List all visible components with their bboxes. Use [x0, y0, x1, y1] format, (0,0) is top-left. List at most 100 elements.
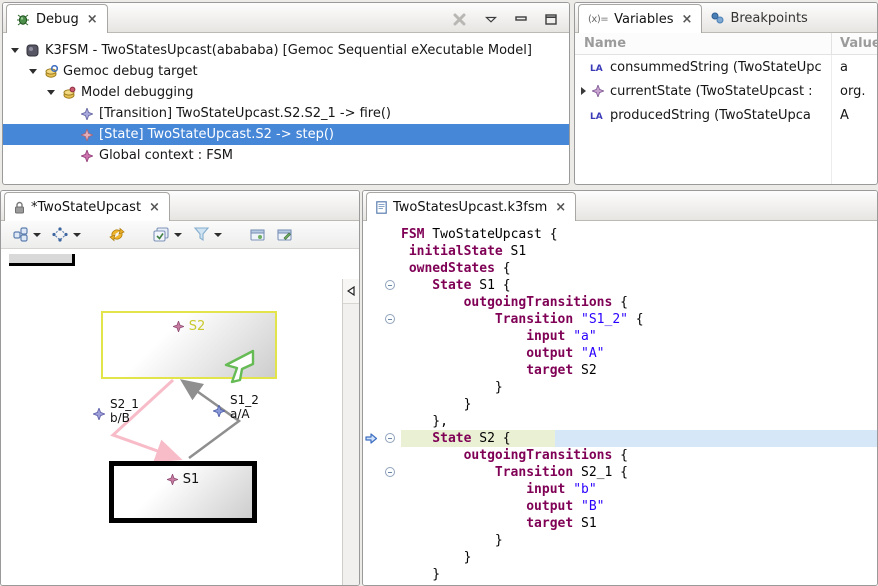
fold-collapse-icon[interactable]: [385, 433, 395, 443]
editor-gutter[interactable]: [363, 549, 401, 566]
variables-table[interactable]: LAconsummedString (TwoStateUpcacurrentSt…: [575, 55, 877, 127]
editor-gutter[interactable]: [363, 447, 401, 464]
maximize-icon[interactable]: [545, 14, 557, 25]
editor-gutter[interactable]: [363, 515, 401, 532]
fold-collapse-icon[interactable]: [385, 280, 395, 290]
tab-variables[interactable]: (x)= Variables ×: [578, 4, 702, 33]
editor-gutter[interactable]: [363, 413, 401, 430]
debug-tree-row[interactable]: [Transition] TwoStateUpcast.S2.S2_1 -> f…: [3, 103, 569, 124]
diagram-canvas[interactable]: S2 S1 S2_1 b/B: [1, 249, 359, 586]
debug-tree-row[interactable]: Gemoc debug target: [3, 61, 569, 82]
export-image-button[interactable]: [248, 226, 268, 244]
filters-button[interactable]: [191, 225, 224, 244]
editor-gutter[interactable]: [363, 328, 401, 345]
lock-icon: [14, 201, 25, 214]
code-line: },: [363, 413, 877, 430]
code-area[interactable]: FSM TwoStateUpcast {initialState S1owned…: [363, 221, 877, 586]
refresh-button[interactable]: [107, 225, 127, 244]
tab-breakpoints[interactable]: Breakpoints: [702, 4, 816, 32]
transition-S2_1-guard: b/B: [110, 411, 130, 425]
tab-diagram-close-icon[interactable]: ×: [149, 201, 160, 214]
transition-label-S1_2[interactable]: S1_2 a/A: [213, 393, 259, 421]
cursor-arrow-icon: [223, 349, 257, 385]
editor-gutter[interactable]: [363, 430, 401, 447]
editor-gutter[interactable]: [363, 362, 401, 379]
select-dropdown-icon[interactable]: [73, 233, 81, 237]
text-editor: TwoStatesUpcast.k3fsm × FSM TwoStateUpca…: [362, 190, 878, 586]
layers-dropdown-icon[interactable]: [174, 233, 182, 237]
collapsed-twistie-icon[interactable]: [581, 87, 586, 95]
column-divider[interactable]: [831, 55, 832, 185]
code-text: Transition "S1_2" {: [401, 311, 877, 328]
editor-gutter[interactable]: [363, 311, 401, 328]
clipboard-button[interactable]: [357, 225, 360, 245]
tab-editor-close-icon[interactable]: ×: [555, 201, 566, 214]
code-text: outgoingTransitions {: [401, 447, 877, 464]
arrange-dropdown-icon[interactable]: [33, 233, 41, 237]
debug-tree-label: [State] TwoStateUpcast.S2 -> step(): [99, 127, 334, 142]
diagram-editor: *TwoStateUpcast ×: [0, 190, 360, 586]
code-text: State S1 {: [401, 277, 877, 294]
view-menu-icon[interactable]: [485, 16, 497, 23]
variable-name: producedString (TwoStateUpca: [610, 108, 811, 123]
code-line: FSM TwoStateUpcast {: [363, 226, 877, 243]
filters-dropdown-icon[interactable]: [214, 233, 222, 237]
transition-label-S2_1[interactable]: S2_1 b/B: [93, 397, 139, 425]
state-node-S2[interactable]: S2: [101, 311, 277, 379]
minimize-icon[interactable]: [515, 14, 527, 24]
editor-gutter[interactable]: [363, 481, 401, 498]
tab-diagram[interactable]: *TwoStateUpcast ×: [4, 192, 170, 221]
code-text: input "a": [401, 328, 877, 345]
editor-gutter[interactable]: [363, 260, 401, 277]
editor-gutter[interactable]: [363, 532, 401, 549]
debug-tree[interactable]: K3FSM - TwoStatesUpcast(abababa) [Gemoc …: [3, 33, 569, 166]
code-line: target S2: [363, 362, 877, 379]
export-diagram-button[interactable]: [275, 226, 295, 244]
diagram-tabbar: *TwoStateUpcast ×: [1, 191, 359, 221]
expanded-twistie-icon[interactable]: [29, 69, 37, 74]
code-text: output "B": [401, 498, 877, 515]
editor-gutter[interactable]: [363, 294, 401, 311]
debug-bug-icon: [16, 13, 30, 26]
editor-gutter[interactable]: [363, 464, 401, 481]
editor-gutter[interactable]: [363, 243, 401, 260]
fold-collapse-icon[interactable]: [385, 314, 395, 324]
debug-tree-row[interactable]: Global context : FSM: [3, 145, 569, 166]
editor-gutter[interactable]: [363, 566, 401, 583]
editor-gutter[interactable]: [363, 226, 401, 243]
select-mode-button[interactable]: [50, 225, 83, 244]
fold-collapse-icon[interactable]: [385, 467, 395, 477]
code-text: }: [401, 549, 877, 566]
palette-expand-button[interactable]: [343, 279, 359, 304]
tab-editor[interactable]: TwoStatesUpcast.k3fsm ×: [366, 192, 576, 221]
expanded-twistie-icon[interactable]: [11, 48, 19, 53]
debug-tree-row[interactable]: Model debugging: [3, 82, 569, 103]
svg-text:LA: LA: [590, 112, 603, 121]
debug-view: Debug × K3FSM - TwoStatesUpcast(abababa)…: [2, 2, 570, 185]
editor-gutter[interactable]: [363, 396, 401, 413]
column-name[interactable]: Name: [575, 36, 831, 51]
tab-variables-close-icon[interactable]: ×: [682, 13, 693, 26]
variable-value: a: [831, 55, 877, 79]
code-line: output "A": [363, 345, 877, 362]
arrange-all-button[interactable]: [11, 225, 43, 244]
state-node-S1[interactable]: S1: [109, 461, 257, 523]
code-text: }: [401, 379, 877, 396]
debug-tree-row[interactable]: [State] TwoStateUpcast.S2 -> step(): [3, 124, 569, 145]
code-line: }: [363, 532, 877, 549]
debug-tree-row[interactable]: K3FSM - TwoStatesUpcast(abababa) [Gemoc …: [3, 40, 569, 61]
tab-debug-close-icon[interactable]: ×: [87, 13, 98, 26]
editor-gutter[interactable]: [363, 277, 401, 294]
variables-icon: (x)=: [588, 14, 608, 25]
editor-gutter[interactable]: [363, 498, 401, 515]
remove-terminated-icon[interactable]: [452, 12, 467, 26]
column-value[interactable]: Value: [831, 33, 877, 54]
code-text: FSM TwoStateUpcast {: [401, 226, 877, 243]
editor-gutter[interactable]: [363, 345, 401, 362]
editor-gutter[interactable]: [363, 379, 401, 396]
svg-text:LA: LA: [590, 64, 603, 73]
variables-view: (x)= Variables × Breakpoints Name Value …: [574, 2, 878, 185]
tab-debug[interactable]: Debug ×: [6, 4, 108, 33]
layers-button[interactable]: [151, 225, 184, 245]
expanded-twistie-icon[interactable]: [47, 90, 55, 95]
